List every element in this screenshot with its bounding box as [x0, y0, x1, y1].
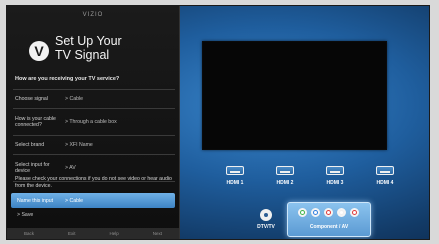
rca-jacks [298, 208, 359, 217]
save-button[interactable]: > Save [17, 212, 33, 218]
next-button[interactable]: Next [153, 231, 162, 236]
back-button[interactable]: Back [24, 231, 34, 236]
input-component-av[interactable]: Component / AV [287, 202, 371, 237]
title-line-1: Set Up Your [55, 34, 122, 48]
rca-jack-red-icon [350, 208, 359, 217]
tv-screen: VIZIO V Set Up Your TV Signal How are yo… [6, 5, 430, 240]
input-label: HDMI 4 [376, 180, 394, 186]
instructions-text: Please check your connections if you do … [15, 176, 172, 189]
row-cable-connection[interactable]: How is your cable connected? > Through a… [13, 108, 175, 135]
panel-header: VIZIO [82, 12, 104, 18]
row-value: > Through a cable box [65, 119, 117, 125]
hdmi-port-icon [276, 166, 294, 175]
row-label: Name this input [17, 197, 54, 204]
bottom-nav-bar: Back Exit Help Next [7, 228, 179, 239]
exit-button[interactable]: Exit [68, 231, 76, 236]
row-label: Select input for device [15, 162, 50, 174]
row-select-brand[interactable]: Select brand > XFI Name [13, 135, 175, 154]
input-hdmi-4[interactable]: HDMI 4 [367, 166, 403, 186]
vizio-logo-icon: V [29, 41, 49, 61]
input-hdmi-3[interactable]: HDMI 3 [317, 166, 353, 186]
rca-jack-white-icon [337, 208, 346, 217]
row-choose-signal[interactable]: Choose signal > Cable [13, 89, 175, 108]
rca-jack-blue-icon [311, 208, 320, 217]
input-label: DTV/TV [257, 224, 275, 230]
input-hdmi-2[interactable]: HDMI 2 [267, 166, 303, 186]
input-label: HDMI 1 [226, 180, 244, 186]
input-label: Component / AV [309, 224, 349, 230]
row-label: How is your cable connected? [15, 116, 56, 128]
setup-question: How are you receiving your TV service? [15, 76, 120, 82]
page-title: Set Up Your TV Signal [55, 34, 175, 62]
help-button[interactable]: Help [109, 231, 118, 236]
row-value: > XFI Name [65, 142, 93, 148]
row-label: Select brand [15, 142, 45, 148]
hdmi-port-icon [326, 166, 344, 175]
hdmi-port-icon [226, 166, 244, 175]
title-line-2: TV Signal [55, 48, 110, 62]
input-hdmi-1[interactable]: HDMI 1 [217, 166, 253, 186]
hdmi-port-icon [376, 166, 394, 175]
settings-list: Choose signal > Cable How is your cable … [13, 89, 175, 182]
row-value: > Cable [65, 96, 84, 102]
name-input-row[interactable]: Name this input > Cable [11, 193, 175, 208]
rca-jack-red-icon [324, 208, 333, 217]
video-preview [202, 41, 387, 150]
setup-panel: VIZIO V Set Up Your TV Signal How are yo… [7, 6, 180, 239]
coax-icon [260, 209, 272, 221]
input-label: HDMI 2 [276, 180, 294, 186]
row-label: Choose signal [15, 96, 48, 102]
row-value: > AV [65, 165, 76, 171]
rca-jack-green-icon [298, 208, 307, 217]
input-dtv[interactable]: DTV/TV [252, 209, 280, 230]
input-label: HDMI 3 [326, 180, 344, 186]
row-value: > Cable [65, 197, 84, 204]
